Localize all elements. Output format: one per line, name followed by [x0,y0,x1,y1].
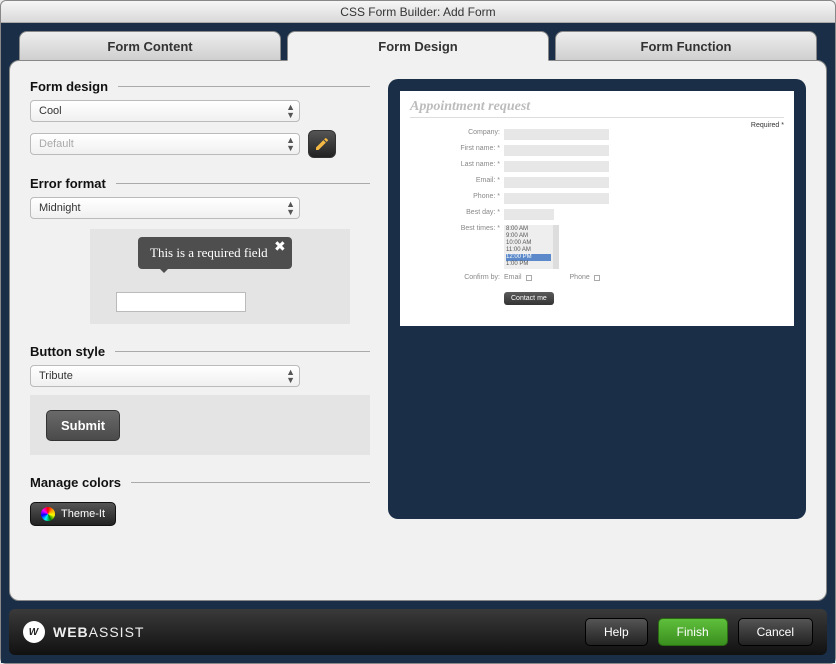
label-last-name: Last name: * [410,161,500,168]
color-wheel-icon [41,507,55,521]
confirm-phone-label: Phone [570,274,590,281]
window-title: CSS Form Builder: Add Form [1,1,835,23]
time-option[interactable]: 10:00 AM [506,240,551,247]
form-design-preset-select[interactable]: Cool ▲▼ [30,100,300,122]
dialog-body: Form Content Form Design Form Function F… [1,23,835,663]
error-format-value: Midnight [39,202,81,214]
error-tooltip-text: This is a required field [150,245,268,260]
brand-logo: W WEBASSIST [23,621,144,643]
main-panel: Form design Cool ▲▼ Default ▲▼ [9,60,827,601]
button-style-value: Tribute [39,370,73,382]
preview-form-title: Appointment request [410,99,784,118]
label-confirm-by: Confirm by: [410,274,500,281]
tab-form-design[interactable]: Form Design [287,31,549,61]
updown-icon: ▲▼ [286,200,295,216]
close-icon[interactable]: ✖ [274,239,286,256]
error-tooltip: This is a required field ✖ [138,237,292,269]
theme-it-button[interactable]: Theme-It [30,502,116,526]
theme-it-label: Theme-It [61,508,105,520]
form-preview: Appointment request Required * Company: … [400,91,794,326]
error-sample-input[interactable] [116,292,246,312]
form-design-preset-value: Cool [39,105,62,117]
error-format-preview: This is a required field ✖ [90,229,350,324]
button-style-select[interactable]: Tribute ▲▼ [30,365,300,387]
label-phone: Phone: * [410,193,500,200]
input-last-name[interactable] [504,161,609,172]
time-option[interactable]: 9:00 AM [506,233,551,240]
pencil-icon [314,136,330,152]
time-option[interactable]: 11:00 AM [506,247,551,254]
webassist-mark-icon: W [23,621,45,643]
form-design-substyle-select[interactable]: Default ▲▼ [30,133,300,155]
settings-column: Form design Cool ▲▼ Default ▲▼ [30,79,370,582]
error-format-select[interactable]: Midnight ▲▼ [30,197,300,219]
form-design-substyle-value: Default [39,138,74,150]
preview-column: Appointment request Required * Company: … [388,79,806,582]
label-email: Email: * [410,177,500,184]
label-best-day: Best day: * [410,209,500,216]
section-button-style-title: Button style [30,344,370,359]
dialog-footer: W WEBASSIST Help Finish Cancel [9,609,827,655]
form-preview-frame: Appointment request Required * Company: … [388,79,806,519]
preview-submit-button[interactable]: Contact me [504,292,554,305]
confirm-email-label: Email [504,274,522,281]
section-error-format-title: Error format [30,176,370,191]
time-option[interactable]: 8:00 AM [506,226,551,233]
tab-bar: Form Content Form Design Form Function [9,31,827,61]
input-phone[interactable] [504,193,609,204]
label-best-times: Best times: * [410,225,500,232]
updown-icon: ▲▼ [286,103,295,119]
checkbox-phone[interactable] [594,275,600,281]
finish-button[interactable]: Finish [658,618,728,646]
updown-icon: ▲▼ [286,368,295,384]
brand-light: ASSIST [89,624,145,640]
brand-bold: WEB [53,624,89,640]
time-option[interactable]: 1:00 PM [506,261,551,268]
tab-form-function[interactable]: Form Function [555,31,817,61]
input-first-name[interactable] [504,145,609,156]
section-manage-colors-title: Manage colors [30,475,370,490]
required-indicator: Required * [751,122,784,129]
section-form-design-title: Form design [30,79,370,94]
input-best-day[interactable] [504,209,554,220]
sample-submit-button[interactable]: Submit [46,410,120,441]
label-first-name: First name: * [410,145,500,152]
help-button[interactable]: Help [585,618,648,646]
input-email[interactable] [504,177,609,188]
cancel-button[interactable]: Cancel [738,618,813,646]
updown-icon: ▲▼ [286,136,295,152]
button-style-preview: Submit [30,395,370,455]
checkbox-email[interactable] [526,275,532,281]
input-company[interactable] [504,129,609,140]
edit-design-button[interactable] [308,130,336,158]
tab-form-content[interactable]: Form Content [19,31,281,61]
listbox-best-times[interactable]: 8:00 AM 9:00 AM 10:00 AM 11:00 AM 12:00 … [504,225,559,269]
time-option[interactable]: 12:00 PM [506,254,551,261]
label-company: Company: [410,129,500,136]
